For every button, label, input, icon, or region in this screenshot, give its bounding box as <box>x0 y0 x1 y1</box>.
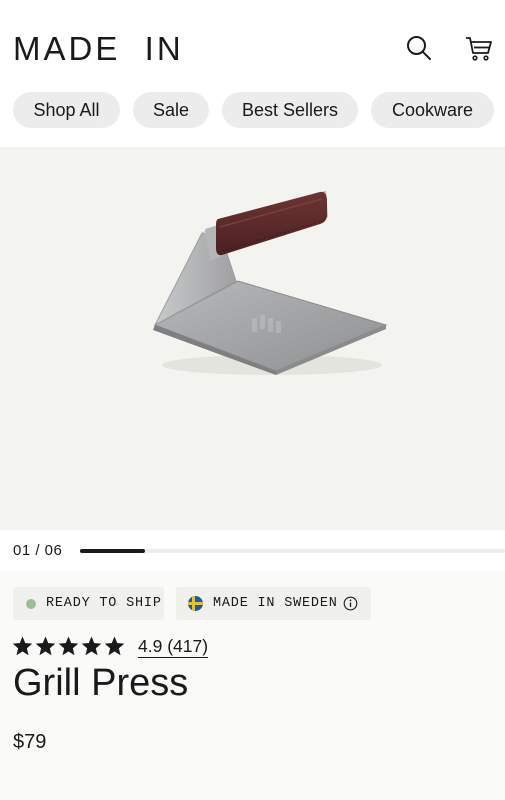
product-title: Grill Press <box>13 662 189 704</box>
site-header: MADE IN <box>0 0 505 88</box>
search-icon[interactable] <box>404 33 434 63</box>
nav-pill-sale[interactable]: Sale <box>133 92 209 128</box>
star-icon <box>59 637 78 656</box>
product-price: $79 <box>13 731 47 753</box>
product-image-gallery[interactable] <box>0 147 505 530</box>
grill-press-product-image <box>153 191 388 375</box>
star-icon <box>82 637 101 656</box>
brand-logo[interactable]: MADE IN <box>13 31 184 67</box>
star-icon <box>105 637 124 656</box>
rating-link[interactable]: 4.9 (417) <box>138 636 209 658</box>
status-dot-icon <box>26 599 36 609</box>
star-icon <box>13 637 32 656</box>
star-icon <box>36 637 55 656</box>
gallery-progress-fill <box>80 549 145 553</box>
sweden-flag-icon <box>188 596 203 611</box>
nav-pill-shop-all[interactable]: Shop All <box>13 92 120 128</box>
made-in-badge: MADE IN SWEDEN <box>176 587 371 620</box>
cart-icon[interactable] <box>464 33 494 63</box>
gallery-pager: 01 / 06 <box>0 530 505 570</box>
nav-pill-cookware[interactable]: Cookware <box>371 92 494 128</box>
ready-to-ship-label: READY TO SHIP <box>46 596 162 611</box>
info-icon[interactable] <box>343 596 358 611</box>
nav-pill-best-sellers[interactable]: Best Sellers <box>222 92 358 128</box>
ready-to-ship-badge: READY TO SHIP <box>13 587 164 620</box>
gallery-counter: 01 / 06 <box>13 542 63 559</box>
made-in-label: MADE IN SWEDEN <box>213 596 338 611</box>
category-nav: Shop All Sale Best Sellers Cookware <box>0 88 505 147</box>
gallery-progress-track[interactable] <box>80 549 505 553</box>
